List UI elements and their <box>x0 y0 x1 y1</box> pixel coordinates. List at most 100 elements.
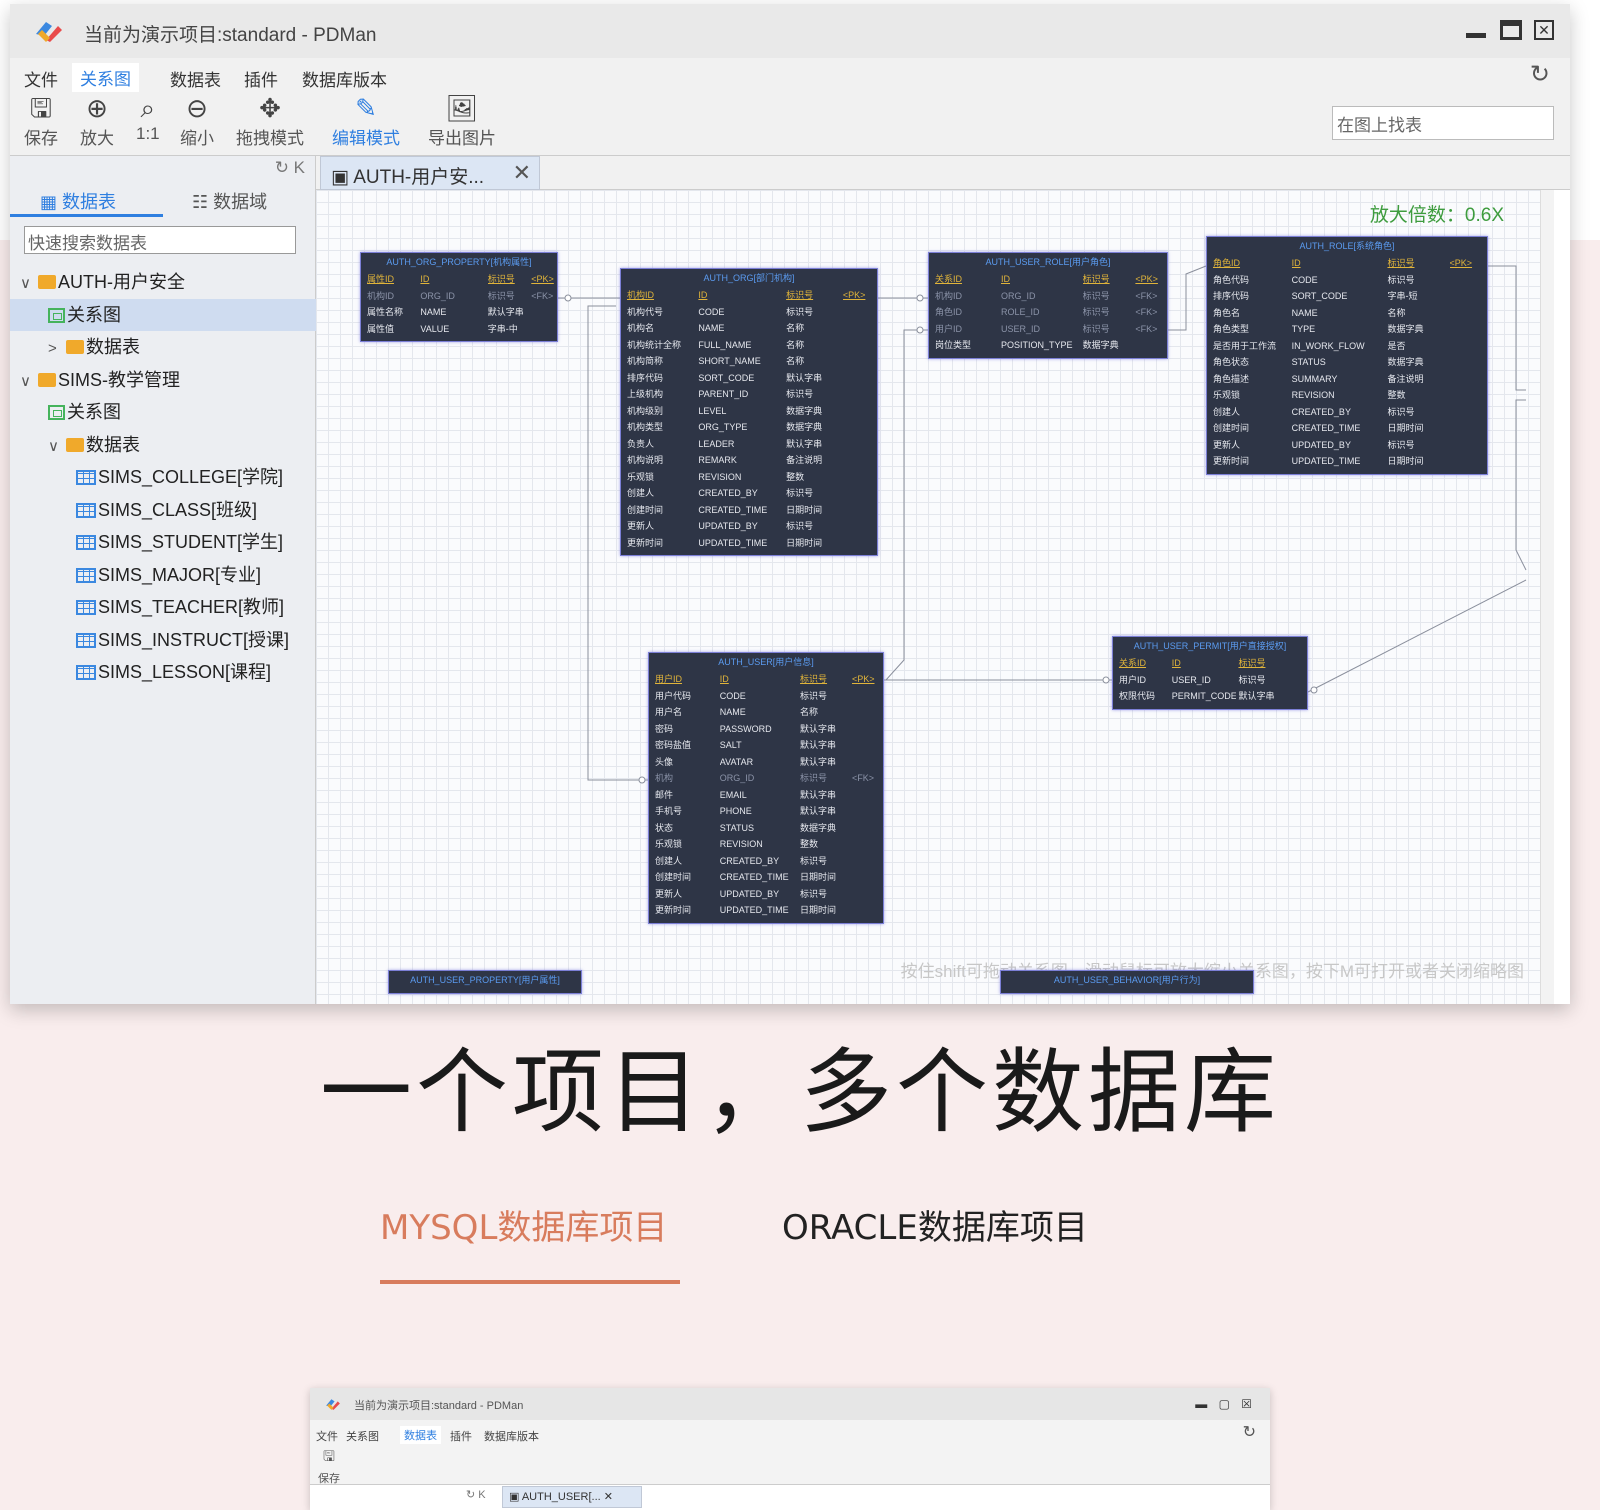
field-col-2: 标识号 <box>786 521 814 531</box>
field-col-0: 手机号 <box>655 806 683 816</box>
tree-item-table[interactable]: SIMS_COLLEGE[学院] <box>10 461 316 494</box>
entity-title: AUTH_ORG_PROPERTY[机构属性] <box>386 257 532 267</box>
field-col-2: 默认字串 <box>1238 691 1275 701</box>
sidebar-controls[interactable]: ↻ K <box>275 158 305 178</box>
field-col-0: 密码盐值 <box>655 740 692 750</box>
field-col-2: 标识号 <box>1238 658 1266 668</box>
preview-tab-auth-user[interactable]: ▣ AUTH_USER[... ✕ <box>502 1486 642 1508</box>
tree-item-folder[interactable]: > 数据表 <box>10 331 316 364</box>
tab-oracle-project[interactable]: ORACLE数据库项目 <box>782 1200 1088 1249</box>
preview-sidebar-controls[interactable]: ↻ K <box>466 1488 486 1501</box>
preview-save-button[interactable]: 🖫 保存 <box>318 1446 340 1486</box>
export-image-button[interactable]: 🖼 导出图片 <box>428 92 496 149</box>
entity-field-row: 机构类型 ORG_TYPE 数据字典 <box>621 419 877 436</box>
entity-table[interactable]: AUTH_USER_PERMIT[用户直接授权] 关系ID ID 标识号 用户ID USE… <box>1112 636 1308 710</box>
table-icon <box>76 567 96 583</box>
tree-item-label: SIMS_LESSON[课程] <box>98 662 272 682</box>
menu-db-version[interactable]: 数据库版本 <box>302 66 387 91</box>
field-col-2: 标识号 <box>800 690 828 701</box>
entity-table[interactable]: AUTH_USER_BEHAVIOR[用户行为] <box>1000 970 1254 994</box>
entity-table[interactable]: AUTH_ORG_PROPERTY[机构属性] 属性ID ID 标识号 <PK> 机构ID… <box>360 252 558 342</box>
entity-table[interactable]: AUTH_USER_PROPERTY[用户属性] <box>388 970 582 994</box>
entity-field-row: 创建时间 CREATED_TIME 日期时间 <box>1207 420 1487 437</box>
tab-close-icon[interactable]: ✕ <box>513 160 531 186</box>
table-search-input[interactable]: 快速搜索数据表 <box>24 226 296 254</box>
menu-plugins[interactable]: 插件 <box>244 66 278 91</box>
field-col-0: 用户ID <box>655 674 683 684</box>
field-col-2: 标识号 <box>800 855 828 866</box>
field-col-2: 默认字串 <box>786 438 823 449</box>
field-col-2: 整数 <box>1387 390 1406 400</box>
field-col-2: 标识号 <box>487 274 515 284</box>
field-col-1: CREATED_BY <box>719 855 780 866</box>
tree-item-folder[interactable]: ∨ 数据表 <box>10 429 316 462</box>
tree-item-diagram[interactable]: 关系图 <box>10 396 316 429</box>
field-col-2: 整数 <box>800 839 819 849</box>
entity-field-row: 密码 PASSWORD 默认字串 <box>649 721 883 738</box>
chevron-icon[interactable]: ∨ <box>48 431 66 463</box>
edit-mode-button[interactable]: ✎ 编辑模式 <box>332 92 400 149</box>
sidebar: ↻ K ▦ 数据表 ☷ 数据域 快速搜索数据表 ∨ AUTH-用户安全 关系图 > 数据表… <box>10 156 316 1004</box>
chevron-icon[interactable]: ∨ <box>20 366 38 398</box>
field-col-0: 岗位类型 <box>935 340 972 350</box>
tab-close-icon[interactable]: ✕ <box>604 1491 613 1503</box>
canvas-scrollbar[interactable] <box>1540 190 1554 1004</box>
entity-field-row: 机构ID ORG_ID 标识号 <FK> <box>929 288 1167 305</box>
menu-tables[interactable]: 数据表 <box>170 66 221 91</box>
entity-title: AUTH_USER_ROLE[用户角色] <box>985 257 1111 267</box>
tree-item-folder[interactable]: ∨ SIMS-教学管理 <box>10 364 316 397</box>
tab-domains[interactable]: ☷ 数据域 <box>192 188 267 214</box>
menu-file[interactable]: 文件 <box>24 66 58 91</box>
zoom-in-icon: ⊕ <box>86 93 108 123</box>
drag-mode-button[interactable]: ✥ 拖拽模式 <box>236 92 304 149</box>
preview-menu-3[interactable]: 插件 <box>450 1428 472 1444</box>
tree-item-table[interactable]: SIMS_MAJOR[专业] <box>10 559 316 592</box>
tab-tables[interactable]: ▦ 数据表 <box>40 188 116 214</box>
entity-table[interactable]: AUTH_USER[用户信息] 用户ID ID 标识号 <PK> 用户代码 CODE 标识号用… <box>648 652 884 924</box>
field-col-1: PHONE <box>719 806 752 816</box>
preview-menu-1[interactable]: 关系图 <box>346 1428 379 1444</box>
preview-menu-0[interactable]: 文件 <box>316 1428 338 1444</box>
er-diagram-canvas[interactable]: 放大倍数：0.6X 按住shift可拖动关系图，滑动鼠标可放大缩小关系图，按下M… <box>316 190 1540 1004</box>
tree-item-table[interactable]: SIMS_STUDENT[学生] <box>10 526 316 559</box>
preview-menu-4[interactable]: 数据库版本 <box>484 1428 539 1444</box>
field-col-0: 机构ID <box>367 290 395 301</box>
entity-table[interactable]: AUTH_ORG[部门机构] 机构ID ID 标识号 <PK> 机构代号 CODE 标识号 机构… <box>620 268 878 556</box>
entity-table[interactable]: AUTH_USER_ROLE[用户角色] 关系ID ID 标识号 <PK> 机构ID ORG… <box>928 252 1168 359</box>
preview-window-controls[interactable]: ▬ ▢ ☒ <box>1195 1397 1256 1411</box>
field-col-0: 乐观锁 <box>627 471 655 482</box>
refresh-icon[interactable]: ↻ <box>1530 60 1550 89</box>
close-button[interactable]: ✕ <box>1534 20 1554 40</box>
minimize-button[interactable] <box>1464 18 1488 42</box>
tree-item-table[interactable]: SIMS_LESSON[课程] <box>10 656 316 689</box>
entity-field-row: 机构统计全称 FULL_NAME 名称 <box>621 337 877 354</box>
tree-item-folder[interactable]: ∨ AUTH-用户安全 <box>10 266 316 299</box>
edit-mode-label: 编辑模式 <box>332 129 400 148</box>
save-button[interactable]: 🖫 保存 <box>24 92 58 149</box>
zoom-reset-button[interactable]: ⌕ 1:1 <box>136 92 160 144</box>
folder-icon <box>66 340 84 354</box>
field-col-1: REVISION <box>1291 390 1335 400</box>
menu-diagram[interactable]: 关系图 <box>72 63 139 92</box>
zoom-out-button[interactable]: ⊖ 缩小 <box>180 92 214 149</box>
refresh-icon[interactable]: ↻ <box>1243 1422 1256 1442</box>
tree-item-table[interactable]: SIMS_CLASS[班级] <box>10 494 316 527</box>
chevron-icon[interactable]: > <box>48 333 66 365</box>
tab-mysql-project[interactable]: MYSQL数据库项目 <box>380 1200 667 1249</box>
maximize-button[interactable] <box>1500 20 1522 40</box>
entity-table[interactable]: AUTH_ROLE[系统角色] 角色ID ID 标识号 <PK> 角色代码 CODE 标识号排… <box>1206 236 1488 475</box>
tree-item-table[interactable]: SIMS_INSTRUCT[授课] <box>10 624 316 657</box>
tree-item-table[interactable]: SIMS_TEACHER[教师] <box>10 591 316 624</box>
field-col-0: 更新人 <box>627 521 655 531</box>
entity-field-row: 乐观锁 REVISION 整数 <box>621 469 877 486</box>
zoom-in-button[interactable]: ⊕ 放大 <box>80 92 114 149</box>
tab-auth-diagram[interactable]: ▣ AUTH-用户安... ✕ <box>320 156 540 190</box>
chevron-icon[interactable]: ∨ <box>20 268 38 300</box>
tree-item-diagram[interactable]: 关系图 <box>10 298 316 331</box>
find-table-input[interactable]: 在图上找表 <box>1332 106 1554 140</box>
field-col-2: 日期时间 <box>786 537 823 548</box>
field-col-2: 标识号 <box>487 290 515 301</box>
preview-menu-2[interactable]: 数据表 <box>400 1426 441 1444</box>
zoom-out-label: 缩小 <box>180 129 214 148</box>
content-tab-bar: ▣ AUTH-用户安... ✕ <box>316 156 1570 190</box>
